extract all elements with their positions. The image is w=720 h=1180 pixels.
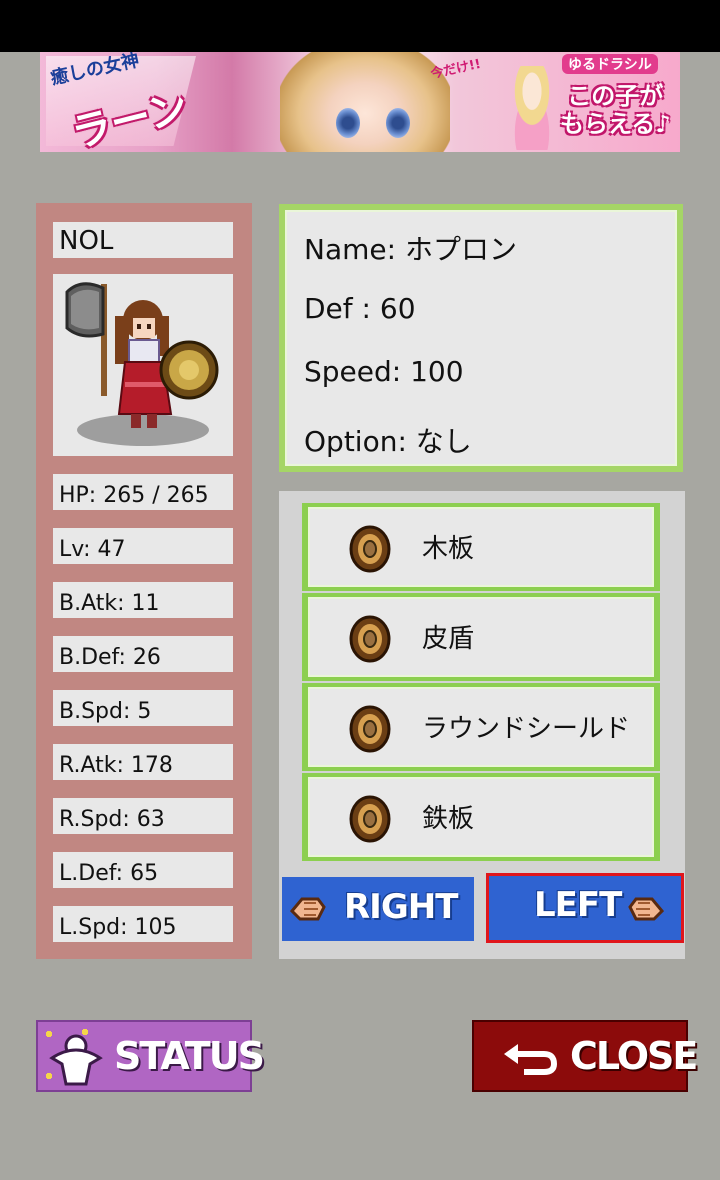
status-button-label: STATUS [114, 1034, 265, 1078]
stat-left-defense: L.Def: 65 [53, 852, 233, 888]
right-hand-label: RIGHT [344, 887, 458, 927]
banner-promo-line1: この子が [567, 82, 664, 110]
character-icon [46, 1029, 103, 1086]
character-portrait [53, 274, 233, 456]
stat-left-speed: L.Spd: 105 [53, 906, 233, 942]
item-info-panel: Name: ホプロン Def : 60 Speed: 100 Option: な… [279, 204, 683, 472]
equipment-item[interactable]: 皮盾 [302, 593, 660, 681]
close-button[interactable]: CLOSE [472, 1020, 698, 1092]
character-sprite-icon [65, 282, 219, 446]
hand-icon [628, 897, 665, 921]
item-speed: Speed: 100 [304, 355, 464, 388]
shield-icon [349, 615, 391, 663]
banner-promo: この子が もらえる♪ [560, 82, 671, 138]
banner-brand: ゆるドラシル [562, 54, 658, 74]
left-hand-button[interactable]: LEFT [486, 873, 684, 943]
character-name: NOL [53, 222, 233, 258]
status-button[interactable]: STATUS [36, 1020, 265, 1092]
right-hand-button[interactable]: RIGHT [282, 877, 474, 941]
shield-icon [349, 525, 391, 573]
status-bar [0, 0, 720, 52]
stat-base-defense: B.Def: 26 [53, 636, 233, 672]
banner-eye [336, 108, 360, 138]
character-stats-panel: NOL HP: 265 / 265 Lv: 47 B.Atk: 11 B.Def… [36, 203, 252, 959]
stat-hp: HP: 265 / 265 [53, 474, 233, 510]
stat-right-speed: R.Spd: 63 [53, 798, 233, 834]
hand-icon [289, 897, 326, 921]
item-defense: Def : 60 [304, 292, 416, 325]
equipment-name: ラウンドシールド [422, 714, 631, 744]
ad-banner[interactable]: 癒しの女神 ラーン 今だけ!! ゆるドラシル この子が もらえる♪ [40, 52, 680, 152]
left-hand-label: LEFT [534, 885, 622, 925]
stat-base-attack: B.Atk: 11 [53, 582, 233, 618]
item-info-inner: Name: ホプロン Def : 60 Speed: 100 Option: な… [285, 210, 677, 466]
banner-eye [386, 108, 410, 138]
equipment-item[interactable]: 鉄板 [302, 773, 660, 861]
stat-base-speed: B.Spd: 5 [53, 690, 233, 726]
equipment-item[interactable]: ラウンドシールド [302, 683, 660, 771]
item-option: Option: なし [304, 425, 472, 458]
stat-right-attack: R.Atk: 178 [53, 744, 233, 780]
stat-level: Lv: 47 [53, 528, 233, 564]
item-name: Name: ホプロン [304, 233, 517, 266]
shield-icon [349, 705, 391, 753]
equipment-name: 木板 [422, 534, 475, 564]
equipment-item[interactable]: 木板 [302, 503, 660, 591]
banner-character-art [280, 52, 450, 152]
shield-icon [349, 795, 391, 843]
banner-promo-line2: もらえる♪ [560, 110, 671, 138]
return-arrow-icon [504, 1044, 558, 1075]
equipment-name: 鉄板 [422, 804, 475, 834]
banner-chibi-art [502, 66, 562, 150]
close-button-label: CLOSE [570, 1034, 698, 1078]
equipment-name: 皮盾 [422, 624, 475, 654]
